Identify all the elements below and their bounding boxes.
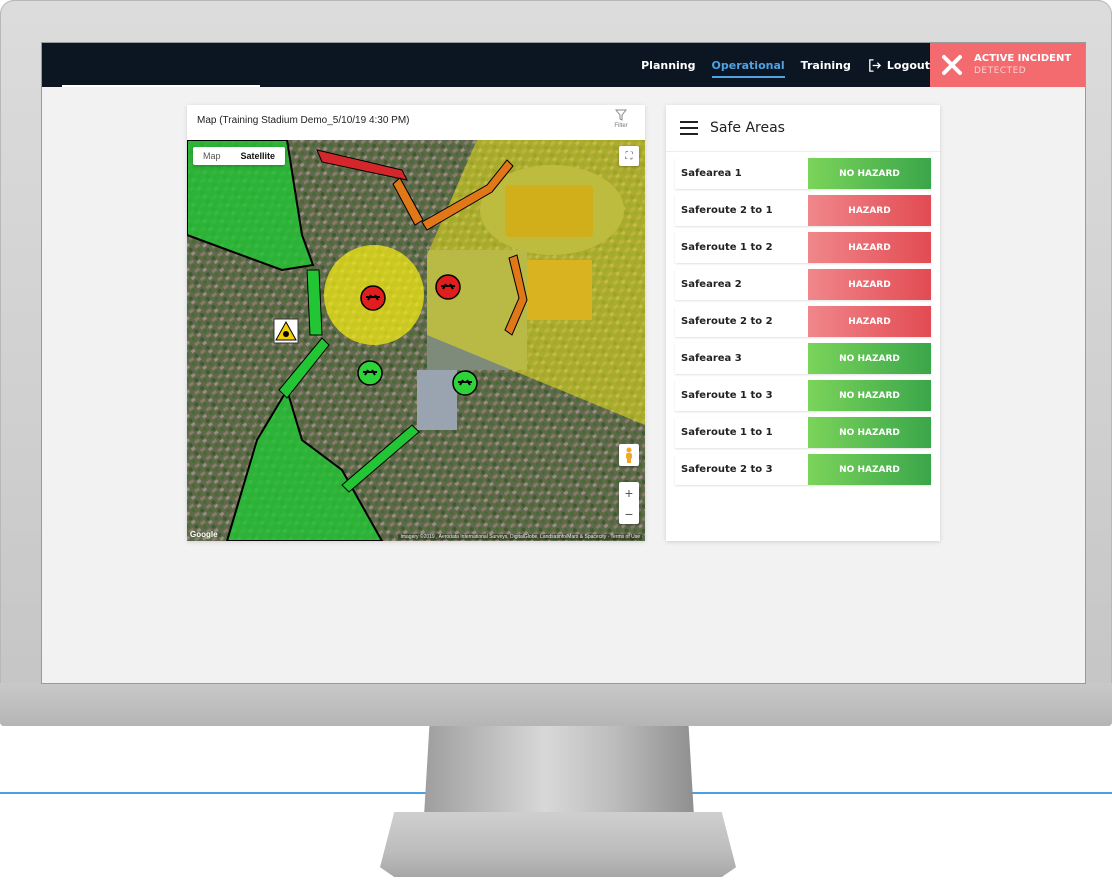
safe-area-name: Saferoute 2 to 2	[681, 316, 773, 327]
safe-area-row[interactable]: Saferoute 2 to 1 HAZARD	[675, 195, 931, 226]
safe-green-marker[interactable]	[357, 360, 383, 386]
map-title: Map (Training Stadium Demo_5/10/19 4:30 …	[197, 115, 410, 126]
nav-operational[interactable]: Operational	[711, 59, 785, 78]
hazard-red-marker[interactable]	[435, 274, 461, 300]
map-imagery	[187, 140, 645, 541]
zoom-in-button[interactable]: +	[619, 482, 639, 503]
brand-underline	[62, 85, 260, 87]
main-nav: Planning Operational Training Logout	[641, 43, 930, 87]
logout-label: Logout	[886, 58, 930, 72]
safe-area-name: Saferoute 1 to 3	[681, 390, 773, 401]
logout-icon	[869, 58, 881, 72]
fullscreen-button[interactable]: ⛶	[619, 146, 639, 166]
fullscreen-icon: ⛶	[625, 150, 633, 162]
filter-label: Filter	[614, 123, 628, 129]
safe-area-row[interactable]: Saferoute 2 to 3 NO HAZARD	[675, 454, 931, 485]
safe-area-name: Saferoute 1 to 2	[681, 242, 773, 253]
monitor-stand-neck	[424, 726, 694, 816]
incident-title: ACTIVE INCIDENT	[974, 53, 1072, 64]
hazard-red-marker[interactable]	[360, 285, 386, 311]
hazard-status-badge: HAZARD	[808, 232, 931, 263]
map-attribution[interactable]: Imagery ©2019 , Aerodata International S…	[398, 534, 642, 540]
safe-areas-list: Safearea 1 NO HAZARD Saferoute 2 to 1 HAZAR…	[675, 158, 931, 491]
incident-subtitle: DETECTED	[974, 66, 1027, 76]
hazard-status-badge: HAZARD	[808, 269, 931, 300]
safe-area-name: Safearea 3	[681, 353, 742, 364]
safe-green-marker[interactable]	[452, 370, 478, 396]
safe-area-row[interactable]: Safearea 2 HAZARD	[675, 269, 931, 300]
safe-area-row[interactable]: Safearea 1 NO HAZARD	[675, 158, 931, 189]
satellite-map[interactable]: Map Satellite ⛶ + − Google Imagery ©2019…	[187, 140, 645, 541]
hazard-status-badge: NO HAZARD	[808, 417, 931, 448]
safe-areas-title: Safe Areas	[710, 120, 785, 136]
safe-area-row[interactable]: Saferoute 1 to 3 NO HAZARD	[675, 380, 931, 411]
app-screen: Planning Operational Training Logout ACT…	[42, 43, 1085, 683]
nav-planning[interactable]: Planning	[641, 59, 695, 72]
monitor-stand-base	[380, 812, 736, 877]
map-type-satellite[interactable]: Satellite	[231, 147, 286, 165]
safe-area-name: Saferoute 2 to 1	[681, 205, 773, 216]
filter-button[interactable]: Filter	[609, 109, 633, 129]
active-incident-banner[interactable]: ACTIVE INCIDENT DETECTED	[930, 43, 1085, 87]
nav-training[interactable]: Training	[801, 59, 851, 72]
safe-areas-header: Safe Areas	[666, 105, 940, 152]
monitor-bezel	[0, 683, 1112, 726]
safe-area-name: Saferoute 2 to 3	[681, 464, 773, 475]
hazard-status-badge: HAZARD	[808, 195, 931, 226]
zoom-controls: + −	[619, 482, 639, 524]
safe-area-name: Safearea 1	[681, 168, 742, 179]
safe-area-row[interactable]: Saferoute 2 to 2 HAZARD	[675, 306, 931, 337]
hazard-status-badge: NO HAZARD	[808, 158, 931, 189]
safe-area-name: Saferoute 1 to 1	[681, 427, 773, 438]
hazard-status-badge: HAZARD	[808, 306, 931, 337]
biohazard-warning-icon[interactable]	[273, 318, 299, 344]
map-type-toggle: Map Satellite	[193, 147, 286, 165]
safe-area-row[interactable]: Saferoute 1 to 2 HAZARD	[675, 232, 931, 263]
safe-area-name: Safearea 2	[681, 279, 742, 290]
filter-icon	[614, 109, 628, 121]
pegman-icon	[626, 447, 632, 463]
google-logo: Google	[190, 530, 218, 539]
map-type-map[interactable]: Map	[193, 147, 231, 165]
map-panel: Map (Training Stadium Demo_5/10/19 4:30 …	[187, 105, 645, 541]
close-x-icon	[930, 43, 974, 87]
zoom-out-button[interactable]: −	[619, 503, 639, 524]
hamburger-menu-icon[interactable]	[680, 121, 698, 135]
hazard-status-badge: NO HAZARD	[808, 343, 931, 374]
safe-area-row[interactable]: Safearea 3 NO HAZARD	[675, 343, 931, 374]
top-nav-bar: Planning Operational Training Logout ACT…	[42, 43, 1085, 87]
safe-area-row[interactable]: Saferoute 1 to 1 NO HAZARD	[675, 417, 931, 448]
hazard-status-badge: NO HAZARD	[808, 454, 931, 485]
logout-button[interactable]: Logout	[867, 58, 930, 73]
street-view-pegman[interactable]	[619, 444, 639, 466]
safe-areas-panel: Safe Areas Safearea 1 NO HAZARD Saferoute …	[666, 105, 940, 541]
hazard-status-badge: NO HAZARD	[808, 380, 931, 411]
